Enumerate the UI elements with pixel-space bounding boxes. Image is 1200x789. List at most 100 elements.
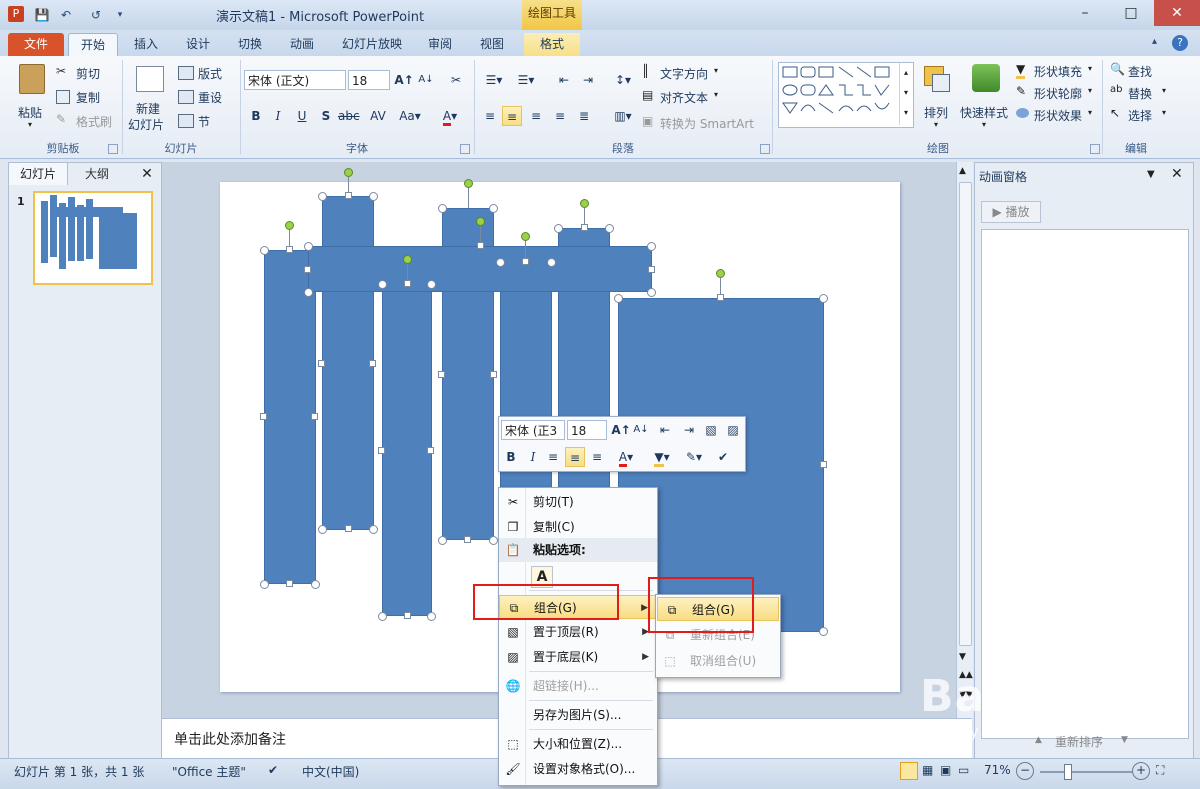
resize-handle[interactable] [464, 536, 471, 543]
shadow-icon[interactable]: S [316, 106, 336, 126]
menu-item-bring-to-front[interactable]: ▧ 置于顶层(R) ▶ [499, 620, 657, 644]
increase-indent-icon[interactable]: ⇥ [578, 70, 598, 90]
resize-handle[interactable] [286, 246, 293, 253]
align-left-icon[interactable]: ≡ [543, 447, 563, 467]
rotate-handle[interactable] [521, 232, 530, 241]
resize-handle[interactable] [819, 627, 828, 636]
tab-slides[interactable]: 幻灯片 [9, 163, 68, 185]
resize-handle[interactable] [304, 266, 311, 273]
submenu-item-ungroup[interactable]: ⬚ 取消组合(U) [656, 649, 778, 673]
tab-review[interactable]: 审阅 [416, 33, 464, 56]
close-pane-icon[interactable]: ✕ [137, 164, 157, 184]
resize-handle[interactable] [477, 242, 484, 249]
italic-icon[interactable]: I [523, 447, 543, 467]
rectangle-shape[interactable] [382, 284, 432, 616]
resize-handle[interactable] [820, 461, 827, 468]
shape-outline-button[interactable]: ✎ 形状轮廓 ▾ [1016, 84, 1100, 102]
vertical-scrollbar[interactable]: ▲ ▼ ▲▲ ▼▼ [956, 162, 973, 718]
decrease-indent-icon[interactable]: ⇤ [554, 70, 574, 90]
clipboard-launcher-icon[interactable] [108, 144, 118, 154]
menu-item-cut[interactable]: ✂ 剪切(T) [499, 490, 657, 514]
shape-fill-icon[interactable]: ▼▾ [647, 447, 677, 467]
maximize-button[interactable]: □ [1108, 0, 1154, 26]
rotate-handle[interactable] [476, 217, 485, 226]
new-slide-button[interactable]: 新建 幻灯片 [126, 62, 172, 134]
resize-handle[interactable] [318, 360, 325, 367]
zoom-level[interactable]: 71% [984, 763, 1011, 777]
columns-icon[interactable]: ▥▾ [610, 106, 636, 126]
paragraph-launcher-icon[interactable] [760, 144, 770, 154]
rectangle-shape[interactable] [264, 250, 316, 584]
resize-handle[interactable] [427, 280, 436, 289]
mini-font-name-combo[interactable]: 宋体 (正3 [501, 420, 565, 440]
tab-view[interactable]: 视图 [468, 33, 516, 56]
resize-handle[interactable] [547, 258, 556, 267]
distributed-icon[interactable]: ≣ [574, 106, 594, 126]
clear-format-icon[interactable]: ✂ [446, 70, 466, 90]
shape-effects-button[interactable]: 形状效果 ▾ [1016, 106, 1100, 124]
reorder-down-icon[interactable]: ▼ [1121, 735, 1128, 745]
resize-handle[interactable] [522, 258, 529, 265]
resize-handle[interactable] [260, 413, 267, 420]
quick-styles-button[interactable]: 快速样式 ▾ [960, 62, 1012, 134]
close-button[interactable]: ✕ [1154, 0, 1200, 26]
fit-slide-icon[interactable]: ⛶ [1156, 763, 1164, 778]
zoom-out-icon[interactable]: − [1016, 762, 1034, 780]
replace-button[interactable]: ab 替换 ▾ [1110, 84, 1170, 102]
resize-handle[interactable] [605, 224, 614, 233]
italic-icon[interactable]: I [268, 106, 288, 126]
tab-home[interactable]: 开始 [68, 33, 118, 57]
bullets-icon[interactable]: ☰▾ [480, 70, 508, 90]
drawing-launcher-icon[interactable] [1090, 144, 1100, 154]
slide-sorter-icon[interactable]: ▦ [922, 763, 933, 777]
spellcheck-icon[interactable]: ✔ [268, 763, 278, 777]
resize-handle[interactable] [489, 536, 498, 545]
align-center-icon[interactable]: ≡ [565, 447, 585, 467]
justify-icon[interactable]: ≡ [550, 106, 570, 126]
shapes-gallery[interactable]: ▴ ▾ ▾ [778, 62, 914, 128]
resize-handle[interactable] [647, 288, 656, 297]
resize-handle[interactable] [438, 204, 447, 213]
align-right-icon[interactable]: ≡ [526, 106, 546, 126]
pane-options-icon[interactable]: ▼ [1147, 169, 1155, 180]
align-text-button[interactable]: ▤ 对齐文本 ▾ [642, 88, 742, 106]
minimize-button[interactable]: – [1062, 0, 1108, 26]
resize-handle[interactable] [369, 360, 376, 367]
decrease-indent-icon[interactable]: ⇤ [655, 420, 675, 440]
section-button[interactable]: 节 [178, 112, 236, 130]
resize-handle[interactable] [427, 447, 434, 454]
tab-file[interactable]: 文件 [8, 33, 64, 56]
align-center-icon[interactable]: ≡ [502, 106, 522, 126]
shrink-font-icon[interactable]: A↓ [631, 420, 651, 440]
resize-handle[interactable] [378, 280, 387, 289]
font-name-combo[interactable]: 宋体 (正文) [244, 70, 346, 90]
resize-handle[interactable] [490, 371, 497, 378]
resize-handle[interactable] [304, 242, 313, 251]
tab-slideshow[interactable]: 幻灯片放映 [332, 33, 412, 56]
rotate-handle[interactable] [580, 199, 589, 208]
slide-thumbnail[interactable] [33, 191, 153, 285]
reading-view-icon[interactable]: ▣ [940, 763, 951, 777]
resize-handle[interactable] [647, 242, 656, 251]
font-size-combo[interactable]: 18 [348, 70, 390, 90]
align-left-icon[interactable]: ≡ [480, 106, 500, 126]
cut-button[interactable]: ✂ 剪切 [56, 64, 118, 82]
shape-outline-icon[interactable]: ✎▾ [679, 447, 709, 467]
resize-handle[interactable] [819, 294, 828, 303]
menu-item-format-object[interactable]: 🖌 设置对象格式(O)... [499, 757, 657, 781]
resize-handle[interactable] [427, 612, 436, 621]
format-painter-button[interactable]: ✎ 格式刷 [56, 112, 118, 130]
font-color-icon[interactable]: A▾ [436, 106, 464, 126]
normal-view-icon[interactable] [900, 762, 918, 780]
reset-button[interactable]: 重设 [178, 88, 236, 106]
bring-forward-icon[interactable]: ▧ [701, 420, 721, 440]
shape-fill-button[interactable]: ▼ 形状填充 ▾ [1016, 62, 1100, 80]
resize-handle[interactable] [318, 192, 327, 201]
smartart-button[interactable]: ▣ 转换为 SmartArt [642, 114, 766, 132]
resize-handle[interactable] [318, 525, 327, 534]
resize-handle[interactable] [614, 294, 623, 303]
play-button[interactable]: ▶ 播放 [981, 201, 1041, 223]
resize-handle[interactable] [554, 224, 563, 233]
underline-icon[interactable]: U [292, 106, 312, 126]
resize-handle[interactable] [304, 288, 313, 297]
